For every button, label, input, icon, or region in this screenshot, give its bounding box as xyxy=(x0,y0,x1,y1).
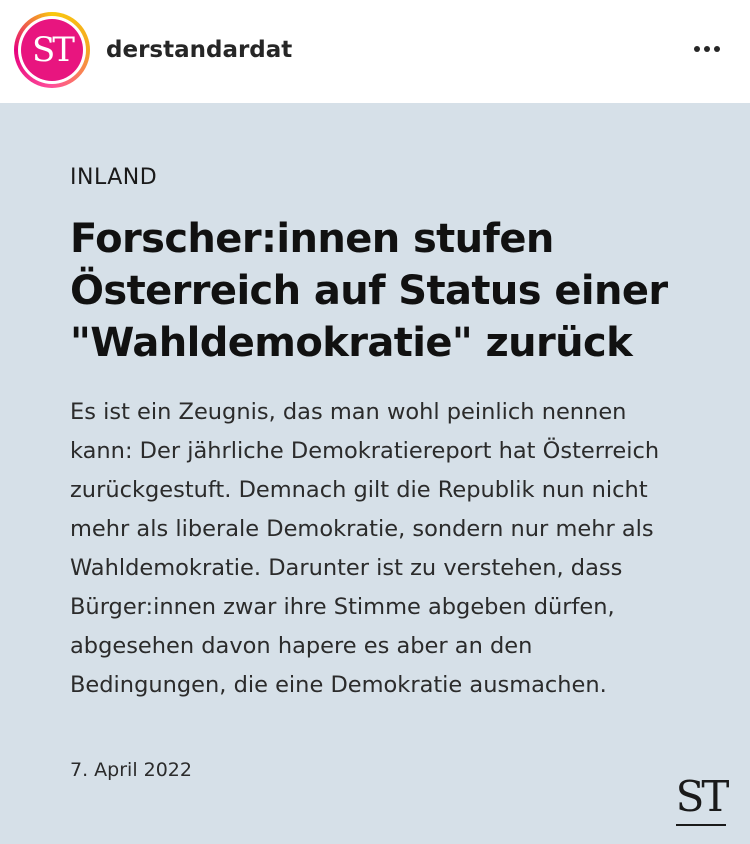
more-dot xyxy=(714,46,720,52)
section-label: INLAND xyxy=(70,165,158,190)
avatar-inner: ST xyxy=(18,16,86,84)
brand-logo-underline xyxy=(676,824,726,826)
username[interactable]: derstandardat xyxy=(106,30,292,70)
avatar-logo: ST xyxy=(21,19,83,81)
post-image[interactable]: INLAND Forscher:innen stufen Österreich … xyxy=(0,103,750,844)
article-teaser: Es ist ein Zeugnis, das man wohl peinlic… xyxy=(70,399,660,698)
publish-date: 7. April 2022 xyxy=(70,759,192,781)
avatar[interactable]: ST xyxy=(14,12,90,88)
post-header: ST derstandardat xyxy=(0,0,750,103)
headline: Forscher:innen stufen Österreich auf Sta… xyxy=(70,216,668,366)
brand-logo: ST xyxy=(675,772,730,821)
more-dot xyxy=(704,46,710,52)
more-options-icon[interactable] xyxy=(690,42,724,56)
more-dot xyxy=(694,46,700,52)
